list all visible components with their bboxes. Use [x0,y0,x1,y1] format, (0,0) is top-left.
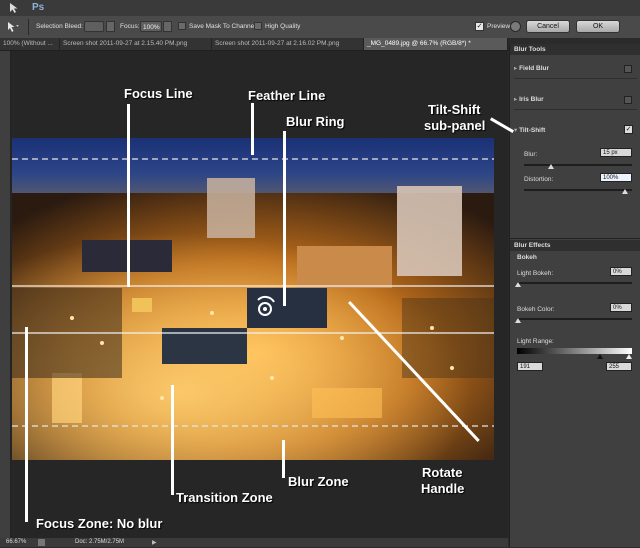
annotation-handle: Handle [421,481,465,496]
light-range-high-field[interactable]: 255 [606,362,632,371]
high-quality-label: High Quality [265,23,301,30]
blur-tools-panel: Blur Tools ▸ Field Blur ▸ Iris Blur ▾ Ti… [509,44,640,547]
application-bar: Ps [0,0,640,17]
light-bokeh-field[interactable]: 0% [610,267,632,276]
bokeh-color-field[interactable]: 0% [610,303,632,312]
preview-label: Preview [487,23,511,30]
selection-bleed-dropdown[interactable] [106,21,115,32]
annotation-transition-zone: Transition Zone [176,490,273,505]
high-quality-checkbox[interactable] [254,22,262,30]
tilt-shift-row[interactable]: ▾ Tilt-Shift [514,126,637,138]
bokeh-color-slider-handle[interactable] [515,318,521,323]
bokeh-label: Bokeh [517,254,537,261]
iris-blur-label: Iris Blur [519,96,544,103]
focus-dropdown[interactable] [163,21,172,32]
tilt-shift-label: Tilt-Shift [519,127,546,134]
status-bar: 66.67% Doc: 2.75M/2.75M ▶ [0,538,508,547]
focus-field[interactable]: 100% [140,21,162,32]
blur-label: Blur: [524,151,538,158]
annotation-feather-line: Feather Line [248,88,326,103]
doc-size: Doc: 2.75M/2.75M [75,539,125,545]
focus-zone-pointer [25,327,28,522]
annotation-focus-line: Focus Line [124,86,193,101]
ok-button[interactable]: OK [576,20,620,33]
vertical-ruler [0,51,11,538]
light-range-high-handle[interactable] [626,354,632,359]
bokeh-color-label: Bokeh Color: [517,306,555,313]
annotation-sub-panel: sub-panel [424,118,486,133]
focus-label: Focus: [120,23,140,30]
field-blur-label: Field Blur [519,65,550,72]
iris-blur-checkbox[interactable] [624,96,632,104]
blur-tools-header: Blur Tools [510,44,640,55]
options-bar: Selection Bleed: Focus: 100% Save Mask T… [0,16,640,39]
light-bokeh-slider-handle[interactable] [515,282,521,287]
light-range-gradient[interactable] [517,348,632,354]
light-range-low-handle[interactable] [597,354,603,359]
blur-effects-header: Blur Effects [510,240,640,251]
reset-icon[interactable] [510,21,521,32]
blur-slider-handle[interactable] [548,164,554,169]
blur-zone-pointer [282,440,285,478]
light-range-label: Light Range: [517,338,554,345]
tab-document[interactable]: 100% (Without ... [0,38,60,50]
annotation-focus-zone: Focus Zone: No blur [36,516,163,531]
distortion-slider-handle[interactable] [622,189,628,194]
preview-checkbox[interactable]: ✓ [475,22,484,31]
cancel-button[interactable]: Cancel [526,20,570,33]
divider [28,19,29,35]
selection-bleed-label: Selection Bleed: [36,23,83,30]
document-tabs: 100% (Without ... Screen shot 2011-09-27… [0,38,508,51]
field-blur-row[interactable]: ▸ Field Blur [514,64,637,79]
focus-line-pointer [127,104,130,287]
transition-zone-pointer [171,385,174,495]
light-bokeh-slider-track[interactable] [517,282,632,284]
annotation-blur-ring: Blur Ring [286,114,345,129]
save-mask-label: Save Mask To Channels [189,23,259,30]
tilt-shift-checkbox[interactable]: ✓ [624,125,633,134]
blur-value-field[interactable]: 15 px [600,148,632,157]
light-bokeh-label: Light Bokeh: [517,270,554,277]
field-blur-checkbox[interactable] [624,65,632,73]
blur-ring-pin[interactable] [252,294,278,320]
bokeh-color-slider-track[interactable] [517,318,632,320]
annotation-blur-zone: Blur Zone [288,474,349,489]
distortion-value-field[interactable]: 100% [600,173,632,182]
selection-bleed-field[interactable] [84,21,104,32]
light-range-low-field[interactable]: 191 [517,362,543,371]
panel-divider [510,238,640,239]
iris-blur-row[interactable]: ▸ Iris Blur [514,95,637,110]
tab-document[interactable]: Screen shot 2011-09-27 at 2.15.40 PM.png [60,38,212,50]
distortion-label: Distortion: [524,176,554,183]
app-logo: Ps [32,2,45,13]
annotation-rotate: Rotate [422,465,463,480]
save-mask-checkbox[interactable] [178,22,186,30]
tab-document-active[interactable]: _MG_0489.jpg @ 66.7% (RGB/8*) * [364,38,508,50]
zoom-level[interactable]: 66.67% [6,538,26,547]
move-tool-icon[interactable] [8,2,20,14]
blur-ring-pointer [283,131,286,306]
annotation-tilt-shift: Tilt-Shift [428,102,481,117]
tool-preset-icon[interactable] [6,20,20,33]
feather-line-pointer [251,103,254,155]
status-icon[interactable] [38,539,45,546]
distortion-slider-track[interactable] [524,189,632,191]
tab-document[interactable]: Screen shot 2011-09-27 at 2.16.02 PM.png [212,38,364,50]
blur-slider-track[interactable] [524,164,632,166]
